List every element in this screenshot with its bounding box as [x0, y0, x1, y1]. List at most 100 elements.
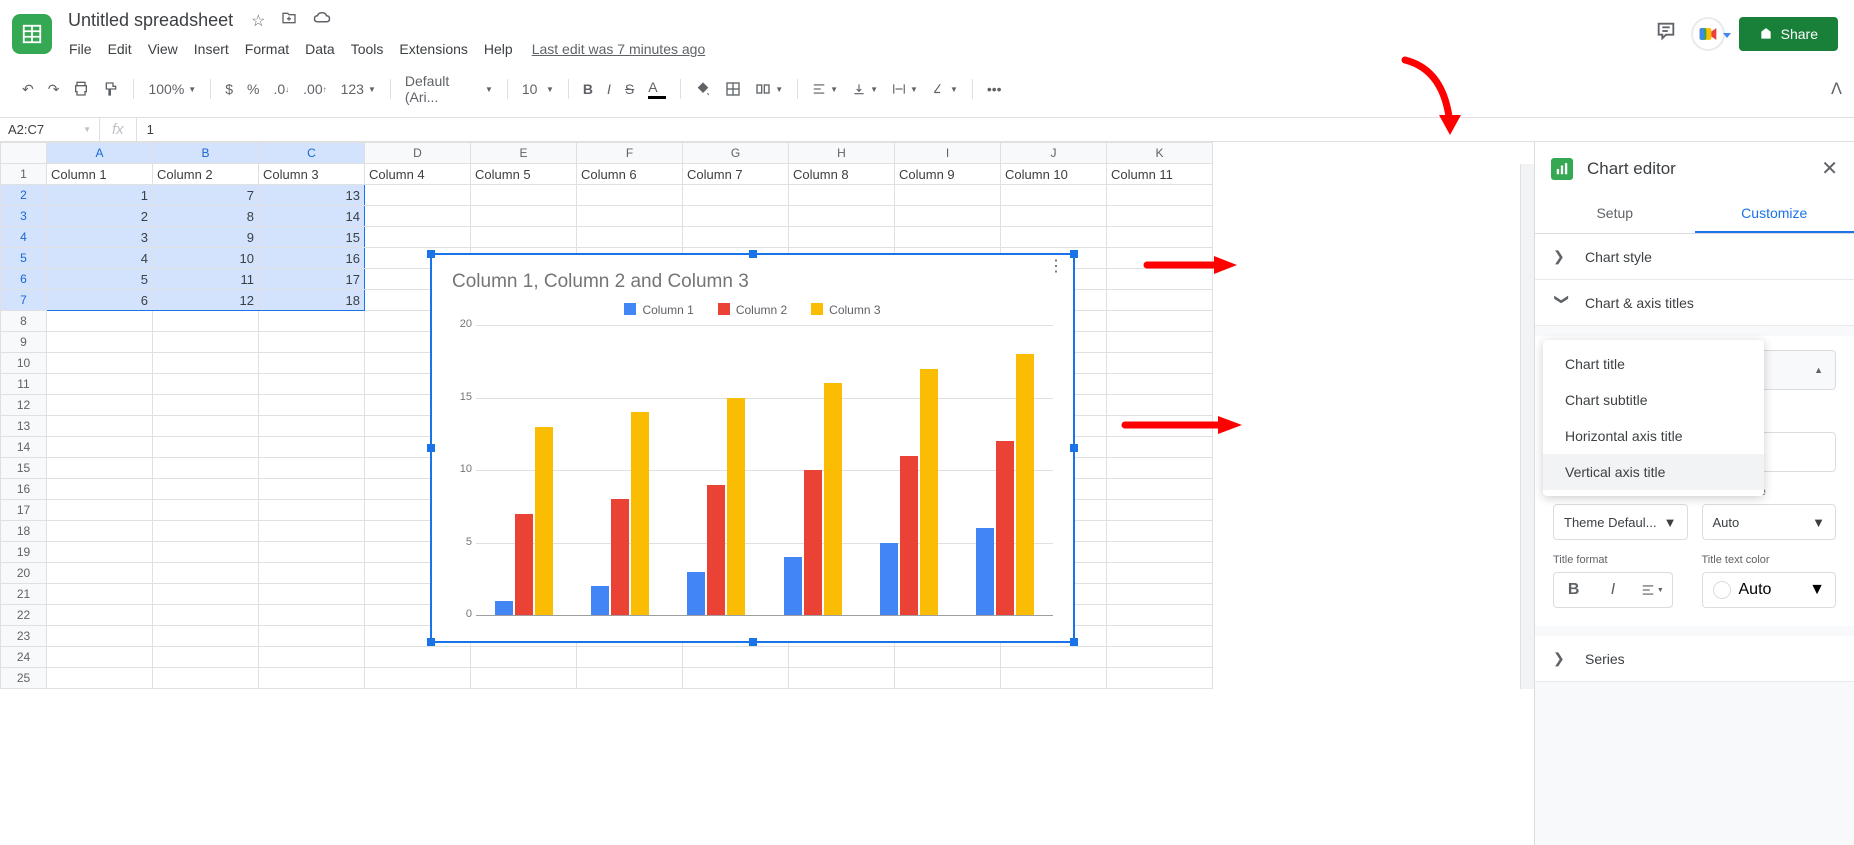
menu-extensions[interactable]: Extensions	[392, 37, 474, 61]
cell[interactable]	[47, 311, 153, 332]
row-header[interactable]: 12	[1, 395, 47, 416]
cell[interactable]: 18	[259, 290, 365, 311]
cell[interactable]	[47, 479, 153, 500]
cell[interactable]	[895, 647, 1001, 668]
row-header[interactable]: 21	[1, 584, 47, 605]
col-header[interactable]: H	[789, 143, 895, 164]
cell[interactable]	[153, 500, 259, 521]
undo-icon[interactable]: ↶	[16, 75, 40, 104]
cell[interactable]	[1107, 374, 1213, 395]
cell[interactable]: 5	[47, 269, 153, 290]
cell[interactable]	[365, 206, 471, 227]
row-header[interactable]: 11	[1, 374, 47, 395]
cell[interactable]	[789, 668, 895, 689]
decrease-decimal-icon[interactable]: .0↓	[267, 75, 295, 103]
cell[interactable]	[153, 353, 259, 374]
align-dropdown[interactable]: ▼	[1633, 573, 1672, 607]
zoom-dropdown[interactable]: 100%▼	[142, 75, 202, 103]
cell[interactable]	[577, 647, 683, 668]
menu-edit[interactable]: Edit	[101, 37, 139, 61]
cell[interactable]	[47, 374, 153, 395]
cell[interactable]: Column 2	[153, 164, 259, 185]
cell[interactable]	[47, 437, 153, 458]
cell[interactable]	[47, 626, 153, 647]
cell[interactable]: 8	[153, 206, 259, 227]
cell[interactable]	[1107, 647, 1213, 668]
cell[interactable]	[153, 437, 259, 458]
tab-customize[interactable]: Customize	[1695, 195, 1854, 233]
menu-help[interactable]: Help	[477, 37, 520, 61]
cell[interactable]	[471, 227, 577, 248]
cell[interactable]	[259, 563, 365, 584]
col-header[interactable]: I	[895, 143, 1001, 164]
strike-icon[interactable]: S	[619, 75, 640, 103]
cell[interactable]	[1001, 227, 1107, 248]
cell[interactable]	[1107, 458, 1213, 479]
cell[interactable]	[1107, 626, 1213, 647]
title-type-dropdown-caret[interactable]: ▲	[1760, 350, 1836, 390]
cloud-status-icon[interactable]	[309, 7, 335, 34]
cell[interactable]	[1107, 185, 1213, 206]
cell[interactable]	[683, 647, 789, 668]
cell[interactable]	[365, 227, 471, 248]
name-box[interactable]: A2:C7▼	[0, 118, 100, 141]
valign-dropdown[interactable]: ▼	[846, 76, 884, 102]
resize-handle[interactable]	[427, 250, 435, 258]
chart-object[interactable]: ⋮ Column 1, Column 2 and Column 3 Column…	[430, 253, 1075, 643]
meet-icon[interactable]	[1691, 17, 1725, 51]
row-header[interactable]: 25	[1, 668, 47, 689]
resize-handle[interactable]	[1070, 250, 1078, 258]
cell[interactable]	[683, 185, 789, 206]
cell[interactable]	[47, 521, 153, 542]
cell[interactable]	[365, 668, 471, 689]
row-header[interactable]: 9	[1, 332, 47, 353]
cell[interactable]	[789, 647, 895, 668]
increase-decimal-icon[interactable]: .00↑	[297, 75, 332, 103]
resize-handle[interactable]	[427, 444, 435, 452]
cell[interactable]	[1107, 290, 1213, 311]
cell[interactable]	[683, 206, 789, 227]
cell[interactable]	[259, 374, 365, 395]
cell[interactable]	[365, 185, 471, 206]
more-toolbar-icon[interactable]: •••	[981, 75, 1008, 103]
cell[interactable]	[1001, 206, 1107, 227]
close-editor-icon[interactable]: ✕	[1821, 156, 1838, 181]
resize-handle[interactable]	[1070, 638, 1078, 646]
cell[interactable]	[153, 605, 259, 626]
cell[interactable]	[683, 668, 789, 689]
cell[interactable]	[153, 521, 259, 542]
cell[interactable]	[789, 227, 895, 248]
cell[interactable]	[895, 206, 1001, 227]
collapse-toolbar-icon[interactable]: ᐱ	[1831, 79, 1842, 99]
cell[interactable]	[1107, 416, 1213, 437]
halign-dropdown[interactable]: ▼	[806, 76, 844, 102]
cell[interactable]	[259, 332, 365, 353]
row-header[interactable]: 17	[1, 500, 47, 521]
cell[interactable]: Column 5	[471, 164, 577, 185]
cell[interactable]	[1001, 647, 1107, 668]
cell[interactable]	[259, 521, 365, 542]
row-header[interactable]: 2	[1, 185, 47, 206]
cell[interactable]	[47, 416, 153, 437]
col-header[interactable]: J	[1001, 143, 1107, 164]
italic-icon[interactable]: I	[601, 75, 617, 103]
cell[interactable]	[1107, 227, 1213, 248]
cell[interactable]: Column 4	[365, 164, 471, 185]
more-formats-dropdown[interactable]: 123▼	[335, 75, 382, 103]
cell[interactable]	[895, 227, 1001, 248]
cell[interactable]	[47, 395, 153, 416]
cell[interactable]	[47, 647, 153, 668]
menu-format[interactable]: Format	[238, 37, 296, 61]
cell[interactable]	[153, 458, 259, 479]
print-icon[interactable]	[67, 75, 95, 103]
cell[interactable]	[259, 584, 365, 605]
menu-tools[interactable]: Tools	[344, 37, 391, 61]
redo-icon[interactable]: ↷	[42, 75, 66, 104]
cell[interactable]	[1107, 269, 1213, 290]
cell[interactable]	[1107, 668, 1213, 689]
cell[interactable]: 3	[47, 227, 153, 248]
fontsize-dropdown[interactable]: 10▼	[516, 75, 560, 103]
row-header[interactable]: 22	[1, 605, 47, 626]
row-header[interactable]: 3	[1, 206, 47, 227]
cell[interactable]	[1107, 395, 1213, 416]
